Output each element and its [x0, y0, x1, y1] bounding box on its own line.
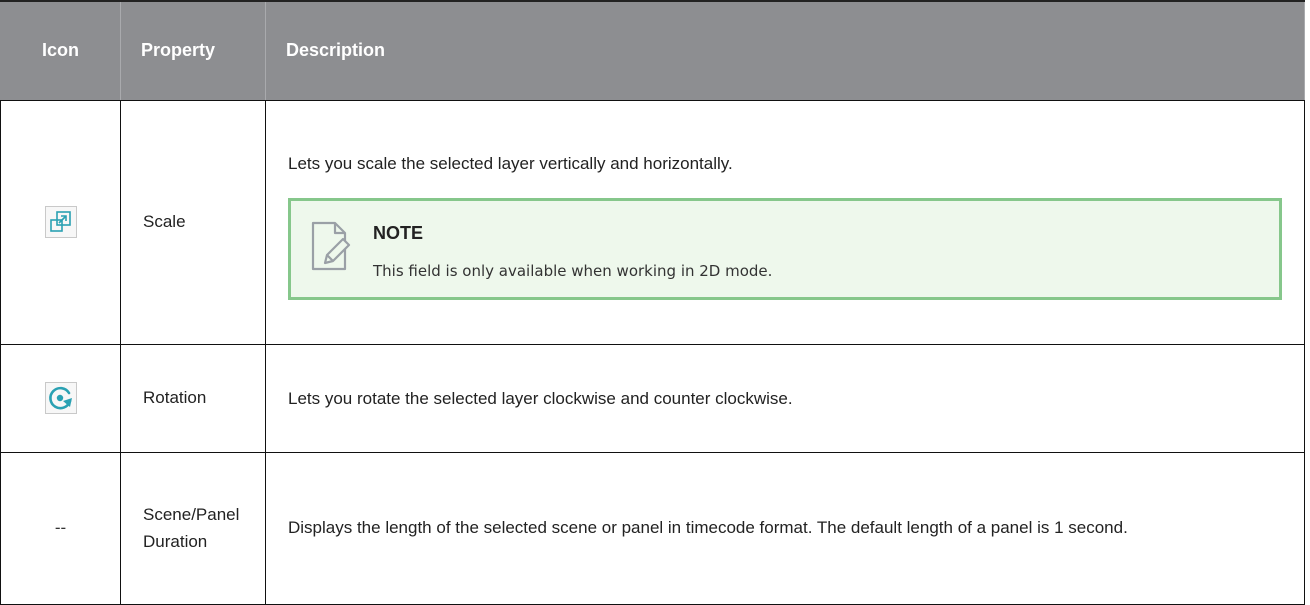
- header-row: Icon Property Description: [0, 0, 1305, 101]
- table-row: Scale Lets you scale the selected layer …: [0, 99, 1305, 345]
- header-icon: Icon: [0, 0, 121, 101]
- description-text: Lets you scale the selected layer vertic…: [288, 153, 733, 173]
- header-description: Description: [265, 0, 1305, 101]
- properties-table: Icon Property Description Scale Lets you…: [0, 0, 1305, 605]
- note-pencil-icon: [311, 221, 351, 270]
- table-row: -- Scene/Panel Duration Displays the len…: [0, 451, 1305, 605]
- property-line-1: Scene/Panel: [143, 505, 240, 524]
- note-title: NOTE: [373, 222, 424, 243]
- description-cell: Displays the length of the selected scen…: [265, 451, 1305, 605]
- note-box: NOTE This field is only available when w…: [288, 197, 1282, 300]
- property-cell: Rotation: [120, 343, 266, 453]
- icon-cell: --: [0, 451, 121, 605]
- note-text: This field is only available when workin…: [373, 261, 773, 280]
- icon-cell: [0, 343, 121, 453]
- no-icon-dash: --: [54, 518, 67, 537]
- table-row: Rotation Lets you rotate the selected la…: [0, 343, 1305, 453]
- icon-cell: [0, 99, 121, 345]
- property-cell: Scene/Panel Duration: [120, 451, 266, 605]
- header-property: Property: [120, 0, 266, 101]
- rotation-icon: [44, 382, 77, 414]
- property-cell: Scale: [120, 99, 266, 345]
- description-cell: Lets you rotate the selected layer clock…: [265, 343, 1305, 453]
- scale-icon: [44, 206, 77, 238]
- property-line-2: Duration: [143, 532, 208, 551]
- description-cell: Lets you scale the selected layer vertic…: [265, 99, 1305, 345]
